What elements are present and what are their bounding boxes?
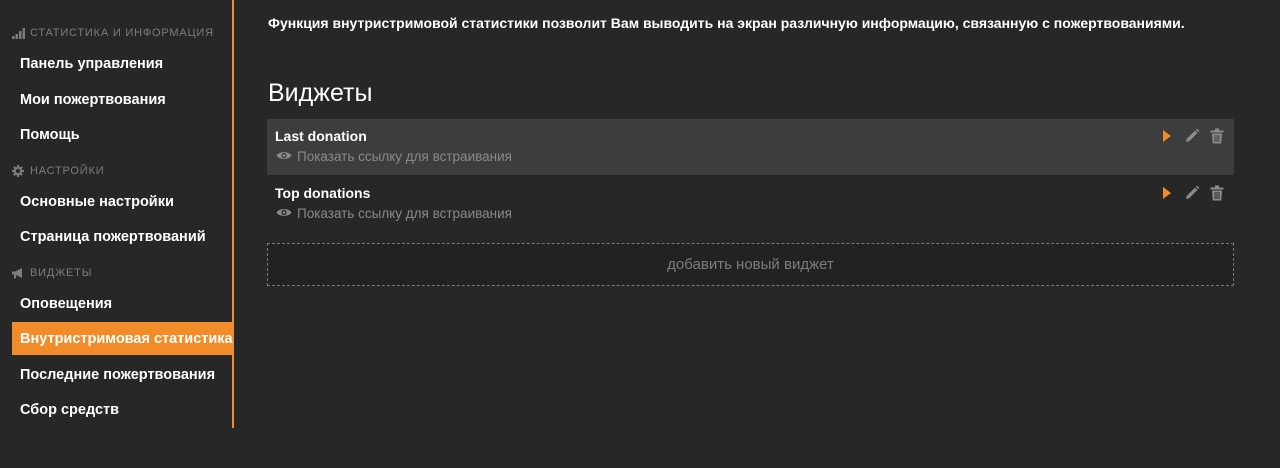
sidebar-item-label: Страница пожертвований <box>20 228 206 245</box>
eye-icon <box>276 206 292 221</box>
play-icon[interactable] <box>1158 127 1176 145</box>
sidebar-item-alerts[interactable]: Оповещения <box>12 287 233 320</box>
trash-icon[interactable] <box>1208 184 1226 202</box>
sidebar: СТАТИСТИКА И ИНФОРМАЦИЯ Панель управлени… <box>0 0 234 428</box>
sidebar-item-help[interactable]: Помощь <box>12 118 233 151</box>
sidebar-item-label: Основные настройки <box>20 193 174 210</box>
row-actions <box>1158 184 1226 202</box>
add-widget-button[interactable]: добавить новый виджет <box>267 243 1234 286</box>
play-icon[interactable] <box>1158 184 1176 202</box>
embed-link-label: Показать ссылку для встраивания <box>297 149 512 164</box>
sidebar-item-dashboard[interactable]: Панель управления <box>12 47 233 80</box>
embed-link-label: Показать ссылку для встраивания <box>297 206 512 221</box>
sidebar-item-label: Помощь <box>20 126 80 143</box>
edit-pencil-icon[interactable] <box>1183 127 1201 145</box>
sidebar-item-label: Мои пожертвования <box>20 91 166 108</box>
sidebar-item-stream-stats[interactable]: Внутристримовая статистика <box>12 322 233 355</box>
embed-link[interactable]: Показать ссылку для встраивания <box>276 149 512 164</box>
section-title: СТАТИСТИКА И ИНФОРМАЦИЯ <box>30 27 214 39</box>
section-title: ВИДЖЕТЫ <box>30 267 93 279</box>
sidebar-item-label: Последние пожертвования <box>20 366 216 383</box>
sidebar-section-statistics: СТАТИСТИКА И ИНФОРМАЦИЯ <box>12 27 214 39</box>
widget-name: Top donations <box>275 185 371 201</box>
sidebar-item-last-donations[interactable]: Последние пожертвования <box>12 358 233 391</box>
widget-row[interactable]: Top donations Показать ссылку для встраи… <box>267 176 1234 232</box>
trash-icon[interactable] <box>1208 127 1226 145</box>
section-title: НАСТРОЙКИ <box>30 165 105 177</box>
sidebar-item-fundraising[interactable]: Сбор средств <box>12 393 233 426</box>
sidebar-item-label: Панель управления <box>20 55 164 72</box>
sidebar-item-my-donations[interactable]: Мои пожертвования <box>12 83 233 116</box>
sidebar-item-donation-page[interactable]: Страница пожертвований <box>12 220 233 253</box>
sidebar-item-label: Сбор средств <box>20 401 120 418</box>
page-title: Виджеты <box>268 79 373 107</box>
gear-icon <box>12 164 25 177</box>
embed-link[interactable]: Показать ссылку для встраивания <box>276 206 512 221</box>
sidebar-item-label: Внутристримовая статистика <box>20 330 233 347</box>
widget-row[interactable]: Last donation Показать ссылку для встраи… <box>267 119 1234 175</box>
sidebar-item-general-settings[interactable]: Основные настройки <box>12 185 233 218</box>
widget-name: Last donation <box>275 128 367 144</box>
signal-bars-icon <box>12 27 25 39</box>
row-actions <box>1158 127 1226 145</box>
sidebar-section-settings: НАСТРОЙКИ <box>12 164 105 177</box>
megaphone-icon <box>12 267 25 279</box>
eye-icon <box>276 149 292 164</box>
edit-pencil-icon[interactable] <box>1183 184 1201 202</box>
page: СТАТИСТИКА И ИНФОРМАЦИЯ Панель управлени… <box>0 0 1280 468</box>
sidebar-section-widgets: ВИДЖЕТЫ <box>12 267 92 279</box>
add-widget-label: добавить новый виджет <box>667 256 834 273</box>
intro-text: Функция внутристримовой статистики позво… <box>268 15 1185 31</box>
sidebar-item-label: Оповещения <box>20 295 113 312</box>
